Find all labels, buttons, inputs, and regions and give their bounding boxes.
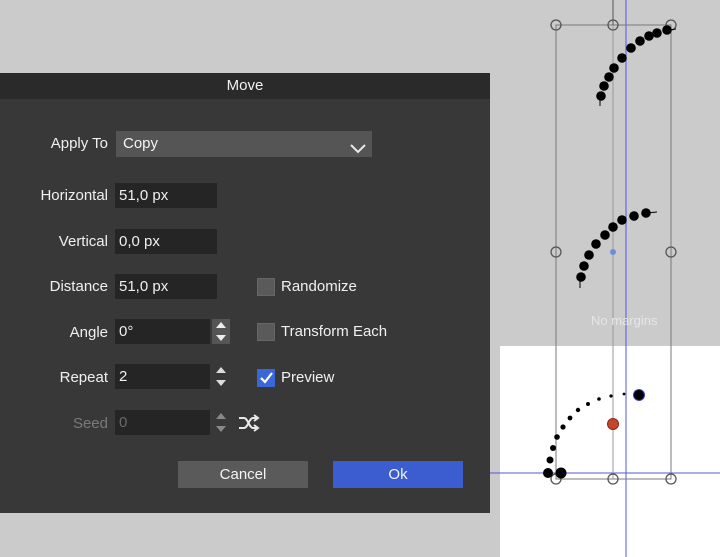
angle-stepper[interactable]	[212, 319, 230, 344]
transform-origin-dot[interactable]	[607, 418, 619, 430]
curve-copy-middle[interactable]	[576, 208, 658, 288]
checkmark-icon	[260, 372, 273, 384]
randomize-label[interactable]: Randomize	[281, 278, 357, 295]
seed-stepper[interactable]	[212, 410, 230, 435]
seed-input[interactable]: 0	[115, 410, 210, 435]
ok-button[interactable]: Ok	[333, 461, 463, 488]
angle-label: Angle	[69, 324, 108, 341]
page-margins-label: No margins	[591, 313, 658, 328]
decrement-icon[interactable]	[216, 380, 226, 386]
apply-to-label: Apply To	[50, 135, 108, 152]
dialog-title: Move	[0, 73, 490, 99]
increment-icon[interactable]	[216, 322, 226, 328]
decrement-icon[interactable]	[216, 426, 226, 432]
angle-input[interactable]: 0°	[115, 319, 210, 344]
repeat-stepper[interactable]	[212, 364, 230, 389]
preview-label[interactable]: Preview	[281, 369, 334, 386]
seed-label: Seed	[72, 415, 108, 432]
transform-each-checkbox[interactable]	[257, 323, 275, 341]
repeat-label: Repeat	[59, 369, 108, 386]
repeat-input[interactable]: 2	[115, 364, 210, 389]
apply-to-value: Copy	[123, 135, 159, 152]
apply-to-select[interactable]: Copy	[116, 131, 372, 157]
chevron-down-icon	[350, 137, 366, 163]
center-point	[610, 249, 616, 255]
horizontal-input[interactable]: 51,0 px	[115, 183, 217, 208]
page-artboard	[500, 346, 720, 557]
distance-label: Distance	[49, 278, 108, 295]
move-dialog: Move Apply To Copy Horizontal 51,0 px Ve…	[0, 73, 490, 513]
increment-icon[interactable]	[216, 367, 226, 373]
preview-checkbox[interactable]	[257, 369, 275, 387]
vertical-input[interactable]: 0,0 px	[115, 229, 217, 254]
randomize-checkbox[interactable]	[257, 278, 275, 296]
shuffle-icon[interactable]	[238, 414, 260, 437]
transform-each-label[interactable]: Transform Each	[281, 323, 387, 340]
decrement-icon[interactable]	[216, 335, 226, 341]
curve-copy-top[interactable]	[596, 25, 677, 106]
horizontal-label: Horizontal	[40, 187, 108, 204]
increment-icon[interactable]	[216, 413, 226, 419]
distance-input[interactable]: 51,0 px	[115, 274, 217, 299]
cancel-button[interactable]: Cancel	[178, 461, 308, 488]
vertical-label: Vertical	[58, 233, 108, 250]
